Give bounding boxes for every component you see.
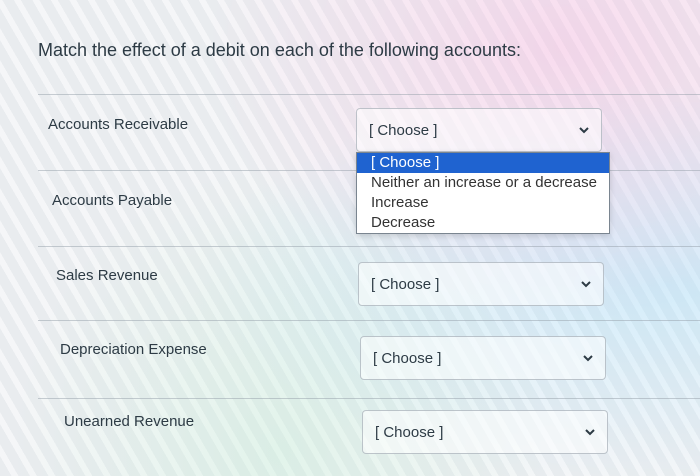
- row-label-unearned-revenue: Unearned Revenue: [64, 413, 195, 430]
- divider: [38, 320, 700, 321]
- row-label-depreciation-expense: Depreciation Expense: [60, 341, 207, 358]
- matching-question: Match the effect of a debit on each of t…: [0, 0, 700, 476]
- select-unearned-revenue[interactable]: [ Choose ]: [362, 410, 608, 454]
- option-decrease[interactable]: Decrease: [357, 213, 609, 233]
- dropdown-options: [ Choose ] Neither an increase or a decr…: [356, 152, 610, 234]
- chevron-down-icon: [583, 355, 593, 362]
- option-increase[interactable]: Increase: [357, 193, 609, 213]
- select-value: [ Choose ]: [371, 276, 440, 293]
- select-value: [ Choose ]: [375, 424, 444, 441]
- select-depreciation-expense[interactable]: [ Choose ]: [360, 336, 606, 380]
- chevron-down-icon: [581, 281, 591, 288]
- row-label-sales-revenue: Sales Revenue: [56, 267, 158, 284]
- chevron-down-icon: [579, 127, 589, 134]
- row-label-accounts-receivable: Accounts Receivable: [48, 116, 189, 133]
- chevron-down-icon: [585, 429, 595, 436]
- divider: [38, 246, 700, 247]
- select-sales-revenue[interactable]: [ Choose ]: [358, 262, 604, 306]
- question-prompt: Match the effect of a debit on each of t…: [38, 40, 521, 60]
- select-value: [ Choose ]: [373, 350, 442, 367]
- option-neither[interactable]: Neither an increase or a decrease: [357, 173, 609, 193]
- divider: [38, 94, 700, 95]
- row-label-accounts-payable: Accounts Payable: [52, 192, 173, 209]
- select-accounts-receivable[interactable]: [ Choose ]: [356, 108, 602, 152]
- option-choose[interactable]: [ Choose ]: [357, 153, 609, 173]
- divider: [38, 398, 700, 399]
- select-value: [ Choose ]: [369, 122, 438, 139]
